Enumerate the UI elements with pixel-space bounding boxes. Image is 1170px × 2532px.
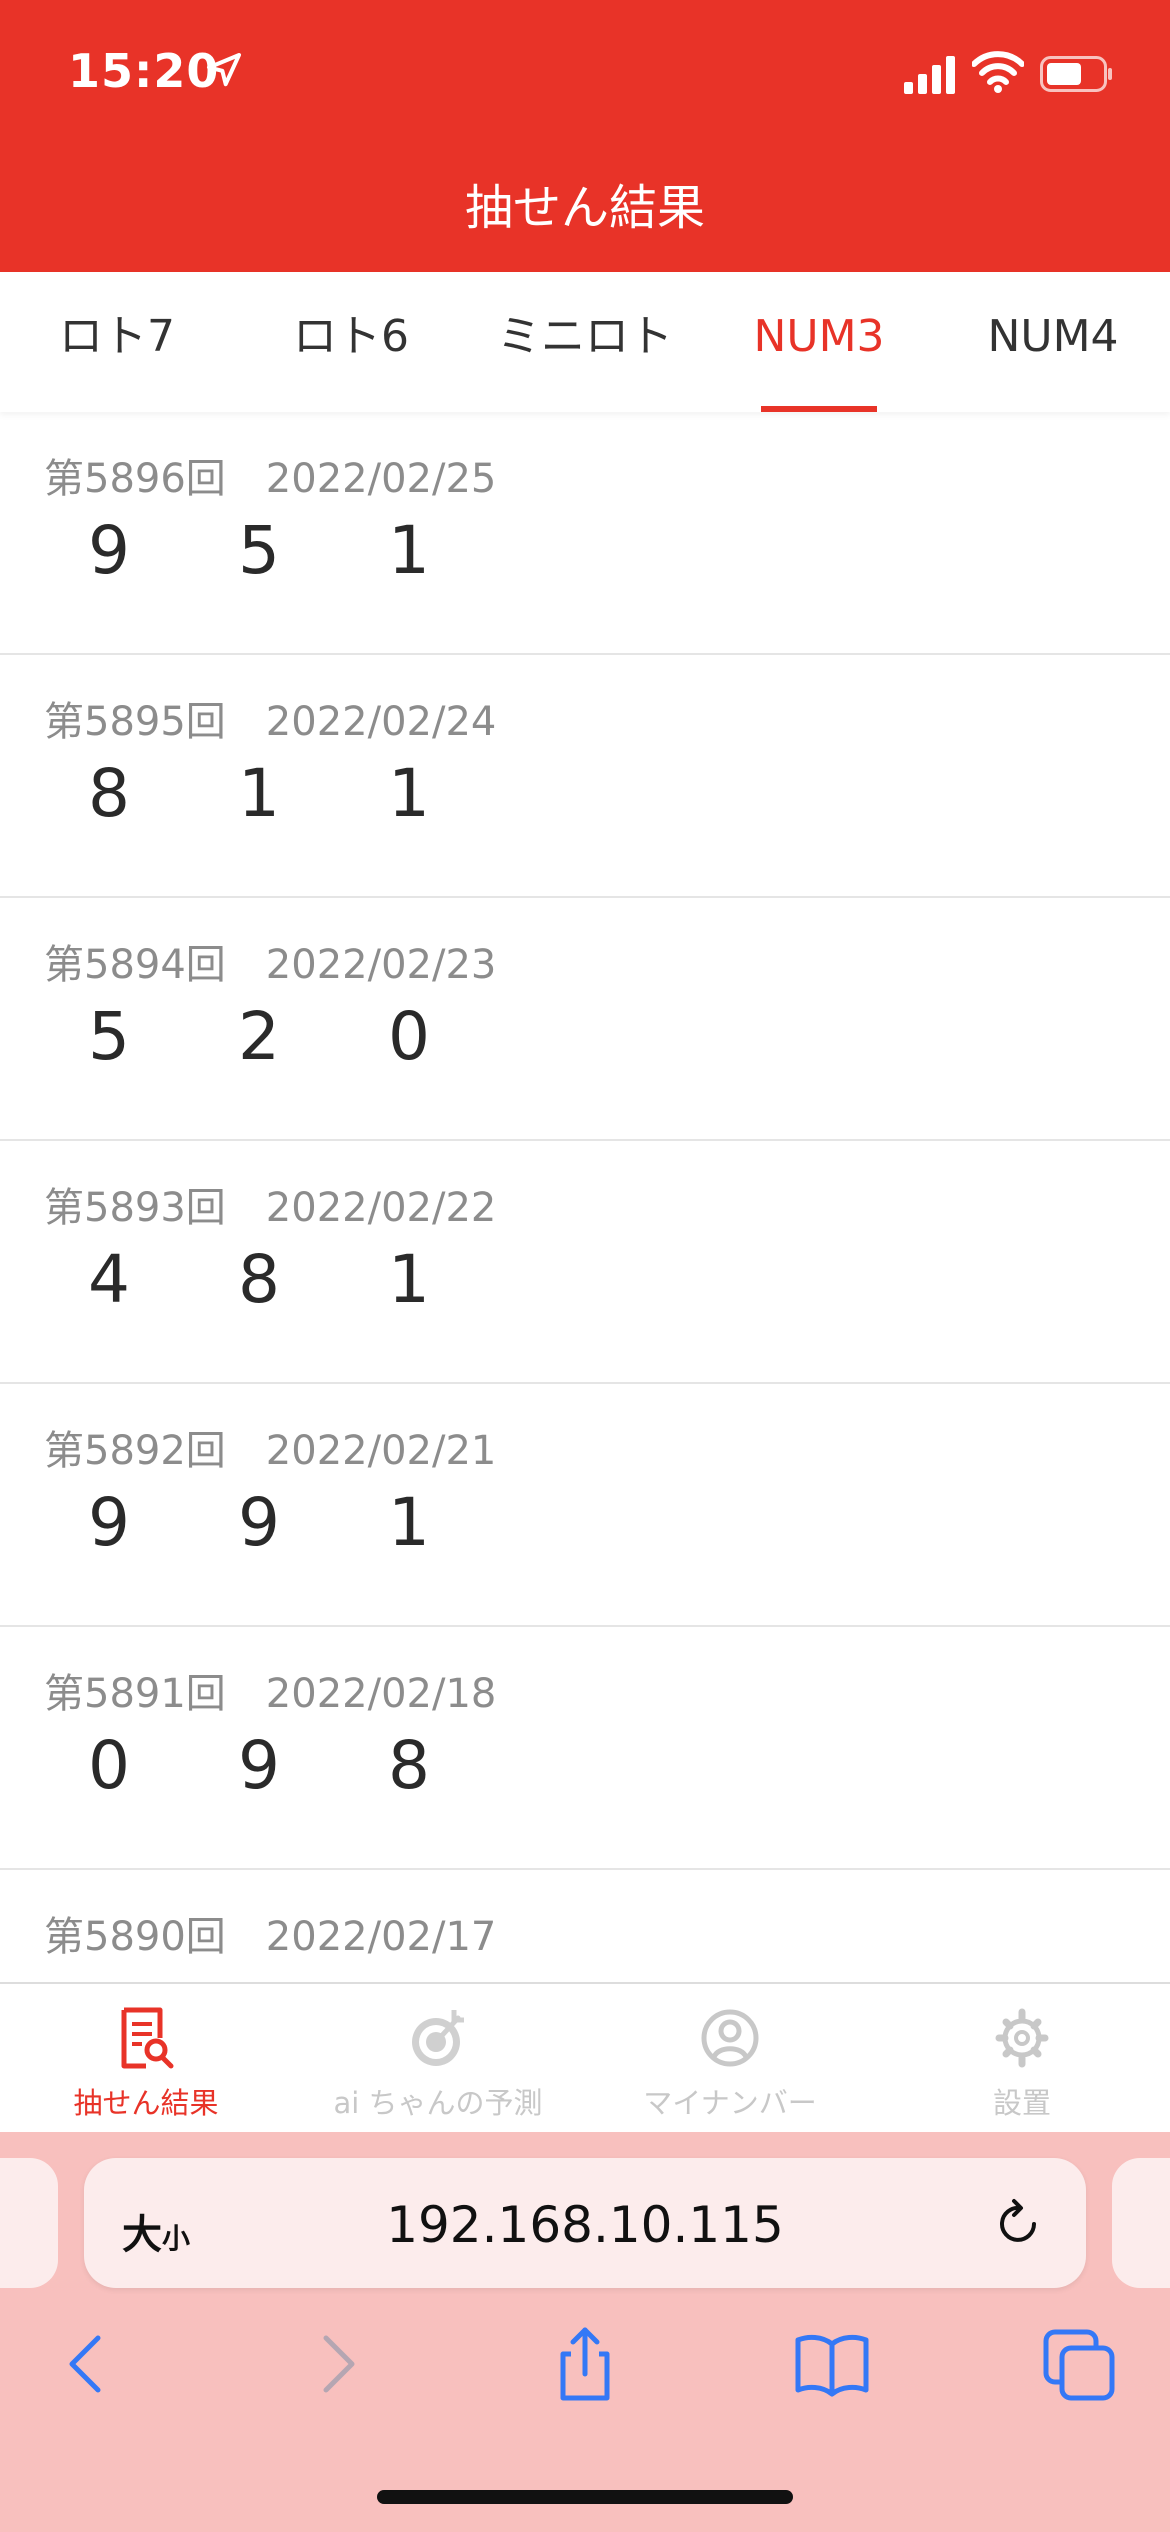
- number: 1: [388, 1484, 430, 1561]
- draw-round: 第5890回: [44, 1914, 226, 1960]
- location-arrow-icon: [207, 53, 241, 87]
- draw-date: 2022/02/22: [265, 1185, 497, 1231]
- tabbar-item-ai-prediction[interactable]: ai ちゃんの予測: [292, 1984, 584, 2134]
- number: 9: [238, 1484, 280, 1561]
- tabbar-item-settings[interactable]: 設置: [876, 1984, 1168, 2134]
- next-tab-stub[interactable]: [1112, 2158, 1170, 2288]
- number: 8: [388, 1727, 430, 1804]
- share-icon[interactable]: [545, 2324, 625, 2404]
- winning-numbers: 4 8 1: [88, 1241, 538, 1318]
- number: 5: [238, 512, 280, 589]
- tabbar-label: 設置: [992, 2086, 1051, 2120]
- number: 1: [388, 1241, 430, 1318]
- number: 5: [88, 998, 130, 1075]
- draw-round: 第5893回: [44, 1185, 226, 1231]
- winning-numbers: 0 9 8: [88, 1727, 538, 1804]
- winning-numbers: 8 1 1: [88, 755, 538, 832]
- result-row[interactable]: 第5891回 2022/02/18 0 9 8: [0, 1627, 1170, 1870]
- tab-num3[interactable]: NUM3: [702, 272, 936, 412]
- tab-num4[interactable]: NUM4: [936, 272, 1170, 412]
- number: 8: [238, 1241, 280, 1318]
- draw-date: 2022/02/25: [265, 456, 497, 502]
- active-tab-indicator: [761, 406, 877, 412]
- result-row[interactable]: 第5895回 2022/02/24 8 1 1: [0, 655, 1170, 898]
- lottery-tabs: ロト7 ロト6 ミニロト NUM3 NUM4: [0, 272, 1170, 412]
- number: 0: [388, 998, 430, 1075]
- wifi-icon: [972, 51, 1024, 93]
- draw-date: 2022/02/24: [265, 699, 497, 745]
- tabbar-label: ai ちゃんの予測: [333, 2086, 543, 2120]
- address-bar[interactable]: 大小 192.168.10.115: [84, 2158, 1086, 2288]
- home-indicator: [377, 2490, 793, 2504]
- tabbar-item-results[interactable]: 抽せん結果: [0, 1984, 292, 2134]
- draw-date: 2022/02/23: [265, 942, 497, 988]
- tab-loto6[interactable]: ロト6: [234, 272, 468, 412]
- result-row[interactable]: 第5893回 2022/02/22 4 8 1: [0, 1141, 1170, 1384]
- winning-numbers: 9 5 1: [88, 512, 538, 589]
- number: 9: [88, 1484, 130, 1561]
- battery-icon: [1040, 56, 1112, 92]
- draw-round: 第5892回: [44, 1428, 226, 1474]
- number: 1: [238, 755, 280, 832]
- bookmarks-icon[interactable]: [792, 2324, 872, 2404]
- target-icon: [412, 2010, 464, 2066]
- draw-round: 第5891回: [44, 1671, 226, 1717]
- cellular-signal-icon: [904, 56, 955, 94]
- number: 4: [88, 1241, 130, 1318]
- browser-toolbar: 大小 192.168.10.115: [0, 2132, 1170, 2532]
- draw-round: 第5895回: [44, 699, 226, 745]
- bottom-tab-bar: 抽せん結果 ai ちゃんの予測 マイナンバー 設置: [0, 1982, 1170, 2132]
- app-header: 15:20 抽せん結果: [0, 0, 1170, 272]
- results-search-icon: [121, 2007, 174, 2069]
- draw-round: 第5896回: [44, 456, 226, 502]
- tabs-icon[interactable]: [1040, 2324, 1120, 2404]
- status-bar: 15:20: [0, 0, 1170, 150]
- number: 8: [88, 755, 130, 832]
- number: 0: [88, 1727, 130, 1804]
- result-row[interactable]: 第5896回 2022/02/25 9 5 1: [0, 412, 1170, 655]
- winning-numbers: 5 2 0: [88, 998, 538, 1075]
- back-icon[interactable]: [46, 2324, 126, 2404]
- user-circle-icon: [701, 2009, 759, 2067]
- tabbar-item-my-number[interactable]: マイナンバー: [584, 1984, 876, 2134]
- number: 9: [238, 1727, 280, 1804]
- number: 9: [88, 512, 130, 589]
- result-row[interactable]: 第5894回 2022/02/23 5 2 0: [0, 898, 1170, 1141]
- tabbar-label: マイナンバー: [643, 2086, 817, 2120]
- tabbar-label: 抽せん結果: [73, 2086, 219, 2120]
- forward-icon[interactable]: [298, 2324, 378, 2404]
- number: 1: [388, 512, 430, 589]
- result-row[interactable]: 第5890回 2022/02/17: [0, 1870, 1170, 1982]
- gear-icon: [995, 2008, 1049, 2068]
- tab-miniloto[interactable]: ミニロト: [468, 272, 702, 412]
- number: 1: [388, 755, 430, 832]
- reload-icon[interactable]: [990, 2196, 1046, 2252]
- tab-loto7[interactable]: ロト7: [0, 272, 234, 412]
- draw-date: 2022/02/17: [265, 1914, 497, 1960]
- draw-date: 2022/02/18: [265, 1671, 497, 1717]
- draw-round: 第5894回: [44, 942, 226, 988]
- previous-tab-stub[interactable]: [0, 2158, 58, 2288]
- result-row[interactable]: 第5892回 2022/02/21 9 9 1: [0, 1384, 1170, 1627]
- draw-date: 2022/02/21: [265, 1428, 497, 1474]
- number: 2: [238, 998, 280, 1075]
- url-text[interactable]: 192.168.10.115: [84, 2196, 1086, 2254]
- results-list[interactable]: 第5896回 2022/02/25 9 5 1 第5895回 2022/02/24 8 1…: [0, 412, 1170, 1982]
- winning-numbers: 9 9 1: [88, 1484, 538, 1561]
- status-time: 15:20: [68, 44, 220, 98]
- page-title: 抽せん結果: [464, 180, 705, 236]
